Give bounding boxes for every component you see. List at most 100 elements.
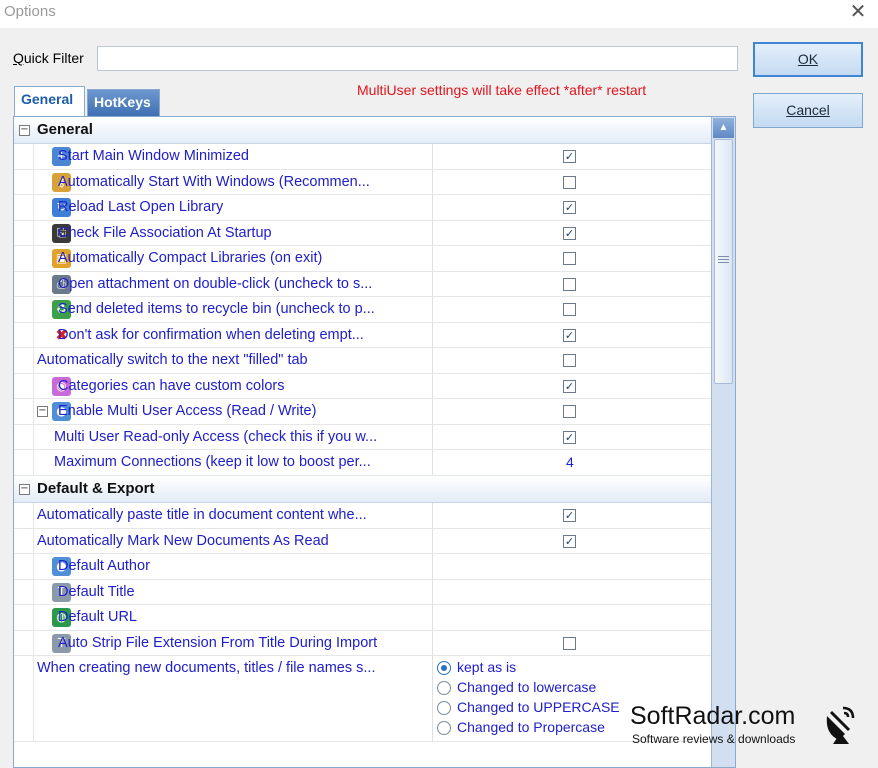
option-name-cell: ✖ Don't ask for confirmation when deletin… [33,322,433,347]
option-row[interactable]: ⎘ Check File Association At Startup ✓ [14,220,711,246]
option-label: Auto Strip File Extension From Title Dur… [58,634,378,651]
quick-filter-input[interactable] [97,46,738,71]
checkbox-unchecked[interactable] [563,175,576,189]
collapse-icon[interactable] [19,484,30,495]
checkbox-checked[interactable]: ✓ [563,379,576,393]
checkbox-checked[interactable]: ✓ [563,226,576,240]
checkbox-checked[interactable]: ✓ [563,150,576,163]
checkbox-unchecked[interactable] [563,405,576,418]
option-row[interactable]: ◍ Default URL [14,605,711,631]
option-row[interactable]: Maximum Connections (keep it low to boos… [14,450,711,476]
radio-selected[interactable] [437,661,451,675]
radio-label: Changed to Propercase [457,719,605,735]
option-row[interactable]: ↻ Reload Last Open Library ✓ [14,195,711,221]
group-general[interactable]: General [14,117,711,144]
option-name-cell: + Start Main Window Minimized [33,144,433,169]
option-name-cell: ◍ Default URL [33,605,433,630]
option-name-cell: ▣ Automatically Compact Libraries (on exi… [33,246,433,271]
group-default-export[interactable]: Default & Export [14,476,711,503]
option-row[interactable]: ●Enable Multi User Access (Read / Write) [14,399,711,425]
radio-unselected[interactable] [437,721,451,735]
tab-hotkeys[interactable]: HotKeys [87,89,160,116]
option-name-cell: ♻ Send deleted items to recycle bin (unch… [33,297,433,322]
option-label: Automatically Compact Libraries (on exit… [58,250,323,266]
vertical-scrollbar[interactable]: ▲ [711,117,735,767]
checkbox-checked[interactable]: ✓ [563,430,576,444]
option-name-cell: ⎙ Open attachment on double-click (unchec… [33,271,433,296]
option-row[interactable]: T Auto Strip File Extension From Title Du… [14,630,711,656]
option-value-cell[interactable] [433,272,711,297]
checkbox-unchecked[interactable] [563,354,576,367]
group-title: General [37,121,93,138]
option-value-cell[interactable]: 4 [433,450,711,475]
option-label: Automatically paste title in document co… [37,507,367,523]
option-row[interactable]: ⎙ Open attachment on double-click (unchec… [14,271,711,297]
radio-unselected[interactable] [437,681,451,695]
collapse-icon[interactable] [37,406,48,417]
checkbox-checked[interactable]: ✓ [563,201,576,214]
option-value-cell[interactable]: ✓ [433,425,711,450]
option-label: Reload Last Open Library [58,199,224,215]
option-value-cell[interactable] [433,297,711,322]
option-value-cell[interactable] [433,605,711,630]
cancel-button[interactable]: Cancel [753,93,863,128]
radio-unselected[interactable] [437,701,451,715]
checkbox-unchecked[interactable] [563,252,576,265]
option-row[interactable]: ◉ Categories can have custom colors ✓ [14,373,711,399]
checkbox-checked[interactable]: ✓ [563,328,576,342]
option-row[interactable]: T Default Title [14,579,711,605]
option-label: Automatically Mark New Documents As Read [37,532,329,549]
option-value-cell[interactable] [433,580,711,605]
option-row[interactable]: Automatically paste title in document co… [14,503,711,529]
option-label: Send deleted items to recycle bin (unche… [58,301,375,317]
option-value-cell[interactable] [433,170,711,195]
checkbox-unchecked[interactable] [563,636,576,650]
option-row[interactable]: When creating new documents, titles / fi… [14,656,711,742]
ok-button[interactable]: OK [753,42,863,77]
checkbox-unchecked[interactable] [563,303,576,316]
option-name-cell: ⚷ Automatically Start With Windows (Recom… [33,169,433,194]
option-value[interactable]: 4 [566,454,574,470]
radio-label: kept as is [457,659,517,675]
checkbox-unchecked[interactable] [563,277,576,291]
option-name-cell: ↻ Reload Last Open Library [33,195,433,220]
option-row[interactable]: Automatically switch to the next "filled… [14,348,711,374]
option-row[interactable]: ✖ Don't ask for confirmation when deletin… [14,322,711,348]
option-row[interactable]: Automatically Mark New Documents As Read… [14,528,711,554]
close-icon[interactable]: ✕ [844,0,872,26]
option-value-cell[interactable]: ✓ [433,503,711,528]
option-value-cell[interactable]: ✓ [433,144,711,169]
option-name-cell: Automatically paste title in document co… [33,503,433,528]
option-row[interactable]: Multi User Read-only Access (check this … [14,424,711,450]
option-name-cell: ● Default Author [33,554,433,579]
option-row[interactable]: ▣ Automatically Compact Libraries (on exi… [14,246,711,272]
option-label: Categories can have custom colors [58,377,285,394]
option-row[interactable]: + Start Main Window Minimized ✓ [14,144,711,170]
option-label: Open attachment on double-click (uncheck… [58,275,373,292]
scroll-up-icon[interactable]: ▲ [713,118,734,138]
option-value-cell[interactable]: ✓ [433,195,711,220]
checkbox-checked[interactable]: ✓ [563,534,576,548]
title-bar: Options ✕ [0,0,878,28]
option-value-cell[interactable] [433,554,711,579]
option-value-cell[interactable] [433,399,711,424]
scroll-thumb[interactable] [714,139,733,384]
option-label: Enable Multi User Access (Read / Write) [58,403,317,419]
option-row[interactable]: ⚷ Automatically Start With Windows (Recom… [14,169,711,195]
option-value-cell[interactable] [433,631,711,656]
checkbox-checked[interactable]: ✓ [563,509,576,522]
option-value-cell[interactable]: ✓ [433,374,711,399]
option-row[interactable]: ♻ Send deleted items to recycle bin (unch… [14,297,711,323]
option-value-cell[interactable]: ✓ [433,221,711,246]
option-name-cell: T Default Title [33,579,433,604]
option-value-cell[interactable] [433,246,711,271]
option-value-cell[interactable] [433,348,711,373]
quick-filter-label: Quick Filter [13,50,84,66]
tab-general[interactable]: General [14,86,85,116]
option-value-cell[interactable]: ✓ [433,529,711,554]
option-name-cell: Automatically switch to the next "filled… [33,348,433,373]
option-value-cell[interactable]: ✓ [433,323,711,348]
collapse-icon[interactable] [19,125,30,136]
option-row[interactable]: ● Default Author [14,554,711,580]
option-label: Check File Association At Startup [58,224,272,241]
